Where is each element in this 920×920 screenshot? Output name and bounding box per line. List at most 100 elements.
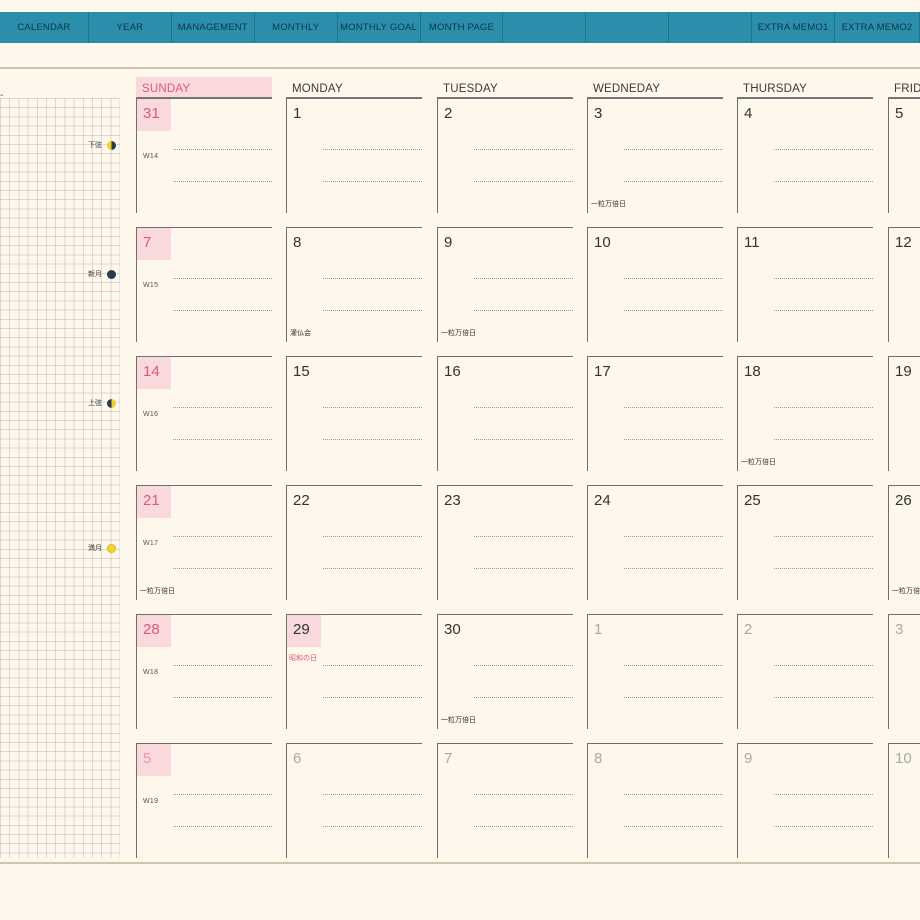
day-cell[interactable]: 9 xyxy=(737,743,873,858)
nav-tab-extra-memo2[interactable]: EXTRA MEMO2 xyxy=(835,12,920,43)
day-cell[interactable]: 8 灌仏会 xyxy=(286,227,422,342)
day-cell[interactable]: 25 xyxy=(737,485,873,600)
day-number: 3 xyxy=(895,621,904,638)
memo-dotted-line xyxy=(774,794,873,795)
day-cell[interactable]: 5 W19 xyxy=(136,743,272,858)
nav-tab-calendar[interactable]: CALENDAR xyxy=(0,12,89,43)
day-cell[interactable]: 11 xyxy=(737,227,873,342)
day-cell[interactable]: 14 W16 xyxy=(136,356,272,471)
day-cell[interactable]: 24 xyxy=(587,485,723,600)
day-cell[interactable]: 16 xyxy=(437,356,573,471)
memo-dotted-line xyxy=(323,407,422,408)
day-cell[interactable]: 22 xyxy=(286,485,422,600)
memo-dotted-line xyxy=(624,826,723,827)
memo-dotted-line xyxy=(173,568,272,569)
day-cell[interactable]: 28 W18 xyxy=(136,614,272,729)
week-number: W16 xyxy=(143,411,159,418)
memo-dotted-line xyxy=(624,794,723,795)
day-cell[interactable]: 15 xyxy=(286,356,422,471)
day-cell[interactable]: 9 一粒万倍日 xyxy=(437,227,573,342)
memo-dotted-line xyxy=(323,181,422,182)
memo-dotted-line xyxy=(624,568,723,569)
first-quarter-moon-icon xyxy=(107,398,116,408)
nav-tab-month-page[interactable]: MONTH PAGE xyxy=(421,12,504,43)
day-cell[interactable]: 7 xyxy=(437,743,573,858)
day-cell[interactable]: 31 W14 xyxy=(136,98,272,213)
day-cell[interactable]: 19 xyxy=(888,356,920,471)
memo-grid-panel[interactable]: 下弦 新月 上弦 満月 xyxy=(0,98,120,858)
day-cell[interactable]: 10 xyxy=(888,743,920,858)
nav-tab-extra-memo1[interactable]: EXTRA MEMO1 xyxy=(752,12,836,43)
nav-tab-year[interactable]: YEAR xyxy=(89,12,172,43)
day-cell[interactable]: 18 一粒万倍日 xyxy=(737,356,873,471)
moon-phase-marker: 満月 xyxy=(88,543,116,553)
nav-tab-monthly-goal[interactable]: MONTHLY GOAL xyxy=(338,12,421,43)
day-number: 19 xyxy=(895,363,912,380)
day-number: 3 xyxy=(594,105,603,122)
memo-dotted-line xyxy=(173,149,272,150)
memo-dotted-line xyxy=(624,407,723,408)
memo-dotted-line xyxy=(474,149,573,150)
memo-dotted-line xyxy=(323,536,422,537)
memo-dotted-line xyxy=(774,310,873,311)
day-cell[interactable]: 2 xyxy=(737,614,873,729)
weekday-header-thursday: THURSDAY xyxy=(737,77,873,98)
day-cell[interactable]: 6 xyxy=(286,743,422,858)
day-cell[interactable]: 23 xyxy=(437,485,573,600)
day-cell[interactable]: 10 xyxy=(587,227,723,342)
memo-dotted-line xyxy=(323,665,422,666)
moon-phase-marker: 新月 xyxy=(88,269,116,279)
moon-phase-label: 新月 xyxy=(88,271,102,278)
day-number: 1 xyxy=(293,105,302,122)
nav-tab-empty xyxy=(586,12,670,43)
memo-dotted-line xyxy=(774,826,873,827)
memo-dotted-line xyxy=(323,568,422,569)
day-number: 15 xyxy=(293,363,310,380)
day-cell[interactable]: 12 xyxy=(888,227,920,342)
day-cell[interactable]: 3 一粒万倍日 xyxy=(587,98,723,213)
day-cell[interactable]: 17 xyxy=(587,356,723,471)
day-cell[interactable]: 26 一粒万倍日 xyxy=(888,485,920,600)
nav-tab-monthly[interactable]: MONTHLY xyxy=(255,12,338,43)
memo-dotted-line xyxy=(323,278,422,279)
memo-dotted-line xyxy=(323,794,422,795)
weekday-header-friday: FRIDAY xyxy=(888,77,920,98)
memo-dotted-line xyxy=(323,439,422,440)
day-note: 一粒万倍日 xyxy=(140,588,175,595)
moon-phase-label: 下弦 xyxy=(88,142,102,149)
nav-tab-empty xyxy=(669,12,753,43)
day-cell[interactable]: 8 xyxy=(587,743,723,858)
memo-dotted-line xyxy=(474,536,573,537)
week-number: W18 xyxy=(143,669,159,676)
day-cell[interactable]: 21 W17 一粒万倍日 xyxy=(136,485,272,600)
day-cell[interactable]: 1 xyxy=(286,98,422,213)
week-number: W17 xyxy=(143,540,159,547)
memo-dotted-line xyxy=(474,407,573,408)
day-cell[interactable]: 4 xyxy=(737,98,873,213)
memo-dotted-line xyxy=(173,278,272,279)
day-number: 1 xyxy=(594,621,603,638)
day-cell[interactable]: 2 xyxy=(437,98,573,213)
memo-dotted-line xyxy=(173,407,272,408)
day-cell[interactable]: 7 W15 xyxy=(136,227,272,342)
memo-dotted-line xyxy=(624,149,723,150)
day-number: 31 xyxy=(143,105,160,122)
day-cell[interactable]: 5 xyxy=(888,98,920,213)
nav-tab-management[interactable]: MANAGEMENT xyxy=(172,12,255,43)
day-note: 一粒万倍日 xyxy=(591,201,626,208)
memo-dotted-line xyxy=(774,665,873,666)
memo-dotted-line xyxy=(323,697,422,698)
day-number: 28 xyxy=(143,621,160,638)
day-number: 5 xyxy=(895,105,904,122)
day-cell[interactable]: 29 昭和の日 xyxy=(286,614,422,729)
memo-dotted-line xyxy=(774,181,873,182)
day-cell[interactable]: 3 xyxy=(888,614,920,729)
day-cell[interactable]: 30 一粒万倍日 xyxy=(437,614,573,729)
memo-dotted-line xyxy=(173,826,272,827)
day-cell[interactable]: 1 xyxy=(587,614,723,729)
memo-dotted-line xyxy=(173,697,272,698)
day-note: 一粒万倍日 xyxy=(441,330,476,337)
weekday-header-tuesday: TUESDAY xyxy=(437,77,573,98)
moon-phase-label: 満月 xyxy=(88,545,102,552)
day-number: 8 xyxy=(293,234,302,251)
